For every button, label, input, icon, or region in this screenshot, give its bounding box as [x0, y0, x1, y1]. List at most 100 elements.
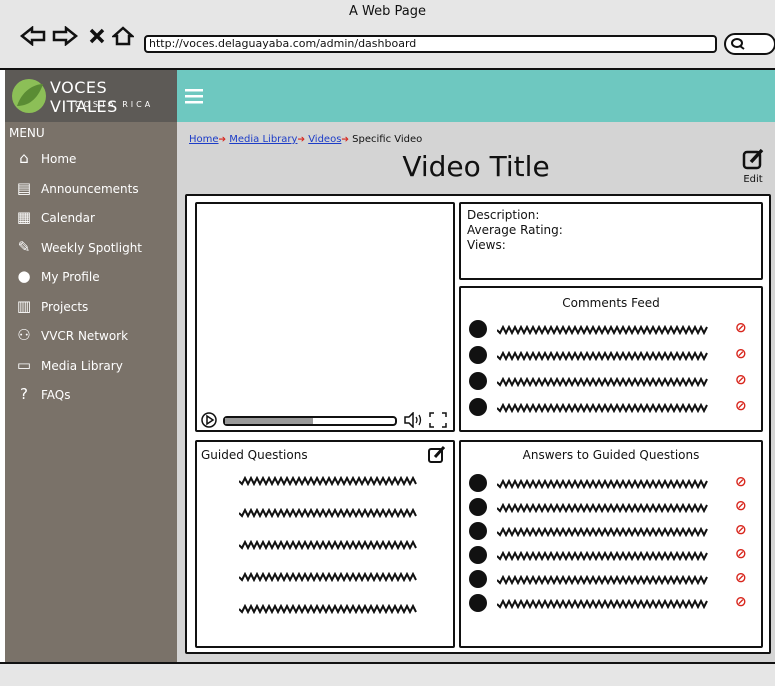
user-avatar-icon: [469, 320, 487, 338]
delete-icon[interactable]: ⊘: [735, 372, 747, 388]
breadcrumb: Home➔ Media Library➔ Videos➔ Specific Vi…: [189, 134, 422, 145]
logo-subtitle: COSTA RICA: [75, 100, 154, 109]
comment-row: ⊘: [469, 320, 753, 340]
sidebar-item[interactable]: ? FAQs: [13, 382, 177, 406]
calendar-icon: ▦: [16, 208, 32, 226]
placeholder-text-scribble: [497, 503, 708, 513]
player-controls: [201, 412, 449, 428]
description-label: Description:: [467, 208, 540, 222]
sidebar-item-label: Calendar: [41, 211, 95, 225]
sidebar-item-label: My Profile: [41, 270, 100, 284]
user-avatar-icon: [469, 522, 487, 540]
sidebar-item-label: Announcements: [41, 181, 139, 196]
video-player[interactable]: [195, 202, 455, 432]
sidebar-item[interactable]: ✎ Weekly Spotlight: [13, 235, 177, 259]
answer-row: ⊘: [469, 594, 753, 614]
delete-icon[interactable]: ⊘: [735, 474, 747, 490]
app-header: [177, 70, 775, 122]
volume-icon[interactable]: [403, 412, 423, 428]
sidebar-item[interactable]: ● My Profile: [13, 264, 177, 288]
forward-arrow-icon[interactable]: [52, 25, 79, 49]
projects-icon: ▥: [16, 296, 32, 315]
comments-feed-title: Comments Feed: [562, 296, 660, 310]
search-icon: [731, 38, 745, 50]
edit-button[interactable]: Edit: [735, 148, 771, 185]
breadcrumb-home[interactable]: Home: [189, 134, 219, 145]
answer-row: ⊘: [469, 474, 753, 494]
home-icon[interactable]: [110, 26, 136, 49]
guided-questions-title: Guided Questions: [201, 448, 308, 462]
comment-row: ⊘: [469, 346, 753, 366]
breadcrumb-separator-icon: ➔: [341, 135, 349, 145]
breadcrumb-current: Specific Video: [352, 134, 423, 145]
answers-panel: Answers to Guided Questions ⊘ ⊘ ⊘ ⊘ ⊘ ⊘: [459, 440, 763, 648]
breadcrumb-separator-icon: ➔: [297, 135, 305, 145]
edit-icon: [742, 148, 764, 170]
views-label: Views:: [467, 238, 506, 252]
delete-icon[interactable]: ⊘: [735, 546, 747, 562]
user-avatar-icon: [469, 474, 487, 492]
sidebar: VOCES VITALES COSTA RICA MENU ⌂ Home ▤ Anno…: [5, 70, 177, 662]
close-icon[interactable]: [88, 26, 106, 49]
main-content: Home➔ Media Library➔ Videos➔ Specific Vi…: [177, 122, 775, 662]
progress-bar[interactable]: [223, 416, 397, 426]
delete-icon[interactable]: ⊘: [735, 320, 747, 336]
user-avatar-icon: [469, 346, 487, 364]
delete-icon[interactable]: ⊘: [735, 570, 747, 586]
breadcrumb-media-library[interactable]: Media Library: [229, 134, 297, 145]
sidebar-item-label: Projects: [41, 299, 89, 314]
guided-questions-panel: Guided Questions: [195, 440, 455, 648]
placeholder-text-scribble: [497, 479, 708, 489]
placeholder-text-scribble: [497, 325, 708, 335]
back-arrow-icon[interactable]: [19, 25, 46, 49]
answer-row: ⊘: [469, 522, 753, 542]
browser-chrome: A Web Page http://voces.delaguayaba.com/…: [0, 0, 775, 70]
sidebar-item[interactable]: ⚇ VVCR Network: [13, 323, 177, 347]
logo-name: VOCES VITALES: [50, 78, 118, 116]
fullscreen-icon[interactable]: [429, 412, 447, 428]
question-placeholder: [239, 508, 417, 518]
video-details: Description: Average Rating: Views:: [459, 202, 763, 280]
delete-icon[interactable]: ⊘: [735, 522, 747, 538]
sidebar-item[interactable]: ▦ Calendar: [13, 205, 177, 229]
logo[interactable]: VOCES VITALES COSTA RICA: [5, 70, 177, 122]
edit-label: Edit: [743, 174, 763, 185]
placeholder-text-scribble: [497, 551, 708, 561]
search-field[interactable]: [724, 33, 775, 55]
edit-icon[interactable]: [427, 445, 445, 463]
page-title: Video Title: [402, 150, 550, 183]
breadcrumb-videos[interactable]: Videos: [308, 134, 341, 145]
delete-icon[interactable]: ⊘: [735, 498, 747, 514]
sidebar-item-label: Weekly Spotlight: [41, 240, 143, 255]
answers-title: Answers to Guided Questions: [522, 448, 700, 462]
answer-row: ⊘: [469, 546, 753, 566]
user-avatar-icon: [469, 570, 487, 588]
question-placeholder: [239, 476, 417, 486]
placeholder-text-scribble: [497, 377, 708, 387]
hamburger-menu-icon[interactable]: [185, 88, 203, 108]
sidebar-item[interactable]: ▥ Projects: [13, 294, 177, 318]
sidebar-item[interactable]: ▭ Media Library: [13, 353, 177, 377]
user-avatar-icon: [469, 594, 487, 612]
user-avatar-icon: [469, 398, 487, 416]
play-icon[interactable]: [201, 412, 217, 428]
home-icon: ⌂: [19, 149, 29, 167]
address-bar[interactable]: http://voces.delaguayaba.com/admin/dashb…: [144, 35, 717, 53]
delete-icon[interactable]: ⊘: [735, 398, 747, 414]
profile-icon: ●: [17, 267, 31, 285]
placeholder-text-scribble: [497, 575, 708, 585]
sidebar-item-label: FAQs: [41, 388, 71, 402]
sidebar-item[interactable]: ▤ Announcements: [13, 176, 177, 200]
question-placeholder: [239, 540, 417, 550]
placeholder-text-scribble: [497, 403, 708, 413]
comment-row: ⊘: [469, 372, 753, 392]
network-icon: ⚇: [17, 326, 31, 344]
sidebar-item[interactable]: ⌂ Home: [13, 146, 177, 170]
spotlight-icon: ✎: [17, 237, 31, 256]
delete-icon[interactable]: ⊘: [735, 346, 747, 362]
placeholder-text-scribble: [497, 527, 708, 537]
delete-icon[interactable]: ⊘: [735, 594, 747, 610]
browser-status-bar: [0, 662, 775, 686]
answer-row: ⊘: [469, 498, 753, 518]
question-placeholder: [239, 604, 417, 614]
